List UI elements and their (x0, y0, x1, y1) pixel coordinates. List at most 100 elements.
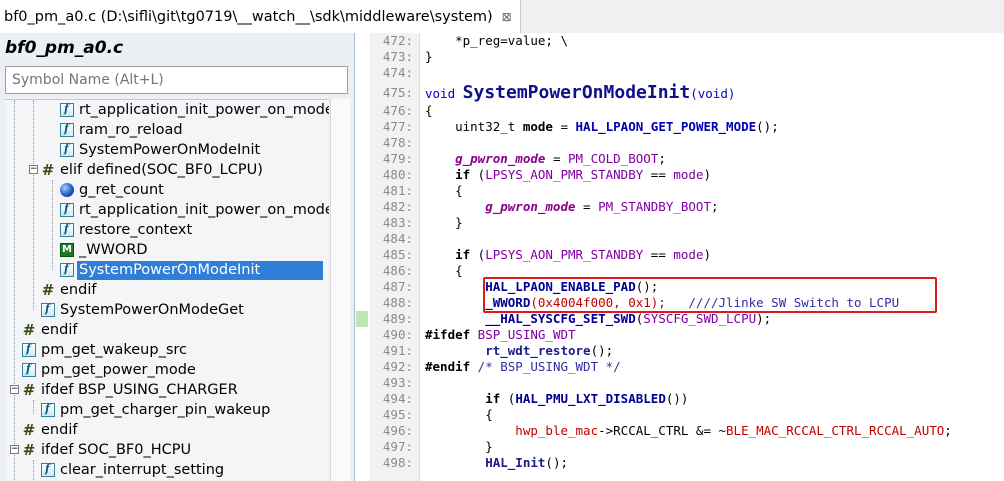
function-icon (22, 342, 36, 357)
tree-item-pm-get-power-mode[interactable]: pm_get_power_mode (22, 360, 198, 380)
line-number: 475: (382, 85, 413, 100)
code-line: } (425, 439, 493, 454)
file-tab[interactable]: bf0_pm_a0.c (D:\sifli\git\tg0719\__watch… (0, 0, 522, 33)
symbol-tree-scrollbar[interactable] (330, 99, 350, 481)
preprocessor-icon: # (22, 421, 36, 439)
line-number: 482: (382, 199, 413, 214)
line-number: 492: (382, 359, 413, 374)
tree-item-systempoweronmodeinit-selected[interactable]: SystemPowerOnModeInit (60, 260, 323, 280)
line-number: 493: (382, 375, 413, 390)
line-number: 495: (382, 407, 413, 422)
line-number: 485: (382, 247, 413, 262)
line-number: 498: (382, 455, 413, 470)
line-number: 474: (382, 65, 413, 80)
tree-item-wword[interactable]: M _WWORD (60, 240, 150, 260)
line-number: 497: (382, 439, 413, 454)
symbol-search-input[interactable] (5, 66, 348, 94)
code-line: if (HAL_PMU_LXT_DISABLED()) (425, 391, 689, 406)
tree-item-endif-2[interactable]: # endif (22, 320, 79, 340)
preprocessor-icon: # (41, 161, 55, 179)
line-number: 478: (382, 135, 413, 150)
function-icon (60, 222, 74, 237)
symbol-panel-title: bf0_pm_a0.c (5, 38, 124, 58)
close-tab-icon[interactable]: ⊠ (502, 10, 512, 24)
line-number: 481: (382, 183, 413, 198)
function-icon (60, 142, 74, 157)
tree-item-restore-context[interactable]: restore_context (60, 220, 194, 240)
line-number: 472: (382, 33, 413, 48)
line-number: 494: (382, 391, 413, 406)
tree-guide-line (14, 100, 15, 481)
collapse-icon[interactable]: − (10, 445, 19, 454)
line-number: 491: (382, 343, 413, 358)
tree-item-systempoweronmodeget[interactable]: SystemPowerOnModeGet (41, 300, 246, 320)
line-number: 484: (382, 231, 413, 246)
change-marker (356, 311, 368, 327)
function-icon (60, 262, 74, 277)
function-icon (41, 462, 55, 477)
code-line: { (425, 103, 433, 118)
tree-guide-line (52, 180, 53, 270)
line-number: 496: (382, 423, 413, 438)
symbol-panel: bf0_pm_a0.c rt_application_init_power_on… (0, 33, 355, 481)
tab-bar-empty-area (520, 0, 1004, 33)
tree-item-ifdef-soc-bf0-hcpu[interactable]: # ifdef SOC_BF0_HCPU (22, 440, 193, 460)
function-icon (60, 122, 74, 137)
tree-item-endif[interactable]: # endif (41, 280, 98, 300)
tree-item-rt-application-init-power-on-mode[interactable]: rt_application_init_power_on_mode (60, 100, 329, 120)
tree-item-rt-application-init-power-on-mode-2[interactable]: rt_application_init_power_on_mode (60, 200, 329, 220)
code-line: g_pwron_mode = PM_STANDBY_BOOT; (425, 199, 719, 214)
code-line: if (LPSYS_AON_PMR_STANDBY == mode) (425, 247, 712, 262)
tree-item-ifdef-bsp-using-charger[interactable]: # ifdef BSP_USING_CHARGER (22, 380, 240, 400)
code-line: __HAL_SYSCFG_SET_SWD(SYSCFG_SWD_LCPU); (425, 311, 772, 326)
line-number: 473: (382, 49, 413, 64)
code-editor[interactable]: 472: 473: 474: 475: 476: 477: 478: 479: … (356, 33, 1004, 481)
function-icon (60, 202, 74, 217)
global-variable-icon (60, 183, 74, 197)
preprocessor-icon: # (41, 281, 55, 299)
code-line: if (LPSYS_AON_PMR_STANDBY == mode) (425, 167, 712, 182)
code-line: } (425, 49, 433, 64)
code-line: rt_wdt_restore(); (425, 343, 614, 358)
collapse-icon[interactable]: − (29, 165, 38, 174)
code-line: { (425, 183, 463, 198)
line-number: 479: (382, 151, 413, 166)
code-line: HAL_Init(); (425, 455, 568, 470)
code-line: uint32_t mode = HAL_LPAON_GET_POWER_MODE… (425, 119, 779, 134)
line-number: 476: (382, 103, 413, 118)
line-number: 477: (382, 119, 413, 134)
tree-item-endif-3[interactable]: # endif (22, 420, 79, 440)
code-line: *p_reg=value; \ (425, 33, 568, 48)
preprocessor-icon: # (22, 441, 36, 459)
line-number: 489: (382, 311, 413, 326)
code-line: g_pwron_mode = PM_COLD_BOOT; (425, 151, 666, 166)
editor-tab-bar: bf0_pm_a0.c (D:\sifli\git\tg0719\__watch… (0, 0, 1004, 33)
line-number: 487: (382, 279, 413, 294)
line-number: 486: (382, 263, 413, 278)
code-line-function-signature: void SystemPowerOnModeInit(void) (425, 82, 736, 103)
function-icon (41, 302, 55, 317)
code-line: hwp_ble_mac->RCCAL_CTRL &= ~BLE_MAC_RCCA… (425, 423, 952, 438)
tree-item-ram-ro-reload[interactable]: ram_ro_reload (60, 120, 185, 140)
tree-guide-line (33, 100, 34, 310)
line-number: 483: (382, 215, 413, 230)
line-number: 480: (382, 167, 413, 182)
tree-item-g-ret-count[interactable]: g_ret_count (60, 180, 166, 200)
tree-item-pm-get-charger-pin-wakeup[interactable]: pm_get_charger_pin_wakeup (41, 400, 272, 420)
collapse-icon[interactable]: − (10, 385, 19, 394)
line-number-gutter: 472: 473: 474: 475: 476: 477: 478: 479: … (370, 33, 420, 481)
tree-item-elif-soc-bf0-lcpu[interactable]: # elif defined(SOC_BF0_LCPU) (41, 160, 265, 180)
function-icon (60, 102, 74, 117)
tree-item-systempoweronmodeinit[interactable]: SystemPowerOnModeInit (60, 140, 262, 160)
file-tab-title: bf0_pm_a0.c (D:\sifli\git\tg0719\__watch… (4, 8, 493, 25)
tree-guide-line (33, 460, 34, 481)
tree-item-clear-interrupt-setting[interactable]: clear_interrupt_setting (41, 460, 226, 480)
tree-item-pm-get-wakeup-src[interactable]: pm_get_wakeup_src (22, 340, 189, 360)
symbol-tree: rt_application_init_power_on_mode ram_ro… (5, 99, 329, 481)
line-number: 488: (382, 295, 413, 310)
code-line: } (425, 215, 463, 230)
editor-margin (356, 33, 370, 481)
tree-guide-line (33, 400, 34, 414)
code-line: { (425, 407, 493, 422)
function-icon (22, 362, 36, 377)
